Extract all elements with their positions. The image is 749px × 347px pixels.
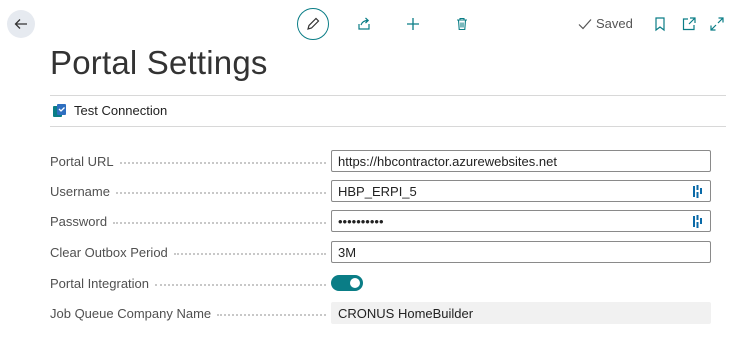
username-field[interactable]: HBP_ERPI_5	[331, 180, 711, 202]
saved-label: Saved	[596, 16, 633, 31]
back-button[interactable]	[7, 10, 35, 38]
portal-integration-toggle[interactable]	[331, 275, 363, 291]
password-manager-icon[interactable]	[692, 214, 704, 228]
expand-button[interactable]	[701, 8, 733, 40]
job-queue-company-name-value: CRONUS HomeBuilder	[338, 305, 474, 321]
password-manager-icon[interactable]	[692, 184, 704, 198]
leader-dots	[173, 253, 326, 255]
clear-outbox-period-field[interactable]: 3M	[331, 241, 711, 263]
portal-integration-label: Portal Integration	[50, 275, 150, 291]
leader-dots	[217, 314, 326, 316]
saved-status: Saved	[578, 16, 633, 31]
toggle-knob	[350, 278, 360, 288]
username-label: Username	[50, 183, 110, 199]
open-new-window-icon	[682, 17, 696, 31]
page-title: Portal Settings	[50, 44, 268, 81]
leader-dots	[119, 162, 326, 164]
job-queue-company-name-label-wrap: Job Queue Company Name	[50, 306, 330, 321]
password-value: ••••••••••	[338, 213, 384, 229]
divider-top	[50, 95, 726, 96]
delete-button[interactable]	[446, 8, 478, 40]
test-connection-label: Test Connection	[74, 103, 168, 118]
test-connection-icon	[53, 104, 66, 117]
delete-icon	[457, 17, 467, 31]
bookmark-button[interactable]	[644, 8, 676, 40]
portal-integration-label-wrap: Portal Integration	[50, 276, 330, 291]
job-queue-company-name-label: Job Queue Company Name	[50, 305, 212, 321]
password-label: Password	[50, 213, 108, 229]
test-connection-action[interactable]: Test Connection	[52, 103, 167, 118]
edit-icon	[307, 17, 320, 30]
new-button[interactable]	[397, 8, 429, 40]
leader-dots	[115, 192, 326, 194]
share-button[interactable]	[348, 8, 380, 40]
leader-dots	[155, 284, 326, 286]
password-field[interactable]: ••••••••••	[331, 210, 711, 232]
portal-integration-row: Portal Integration	[50, 271, 711, 295]
username-value: HBP_ERPI_5	[338, 183, 417, 199]
clear-outbox-period-value: 3M	[338, 244, 357, 260]
job-queue-company-name-field: CRONUS HomeBuilder	[331, 302, 711, 324]
bookmark-icon	[655, 17, 665, 32]
portal-url-label: Portal URL	[50, 153, 114, 169]
username-label-wrap: Username	[50, 184, 330, 199]
share-icon	[358, 17, 370, 30]
portal-url-label-wrap: Portal URL	[50, 154, 330, 169]
leader-dots	[113, 222, 326, 224]
edit-button[interactable]	[297, 8, 329, 40]
portal-url-value: https://hbcontractor.azurewebsites.net	[338, 153, 557, 169]
back-arrow-icon	[14, 19, 27, 29]
check-icon	[578, 18, 592, 29]
add-icon	[407, 18, 419, 30]
portal-url-field[interactable]: https://hbcontractor.azurewebsites.net	[331, 150, 711, 172]
divider-bottom	[50, 126, 726, 127]
clear-outbox-period-label-wrap: Clear Outbox Period	[50, 245, 330, 260]
password-label-wrap: Password	[50, 214, 330, 229]
expand-icon	[710, 17, 724, 31]
clear-outbox-period-label: Clear Outbox Period	[50, 244, 168, 260]
